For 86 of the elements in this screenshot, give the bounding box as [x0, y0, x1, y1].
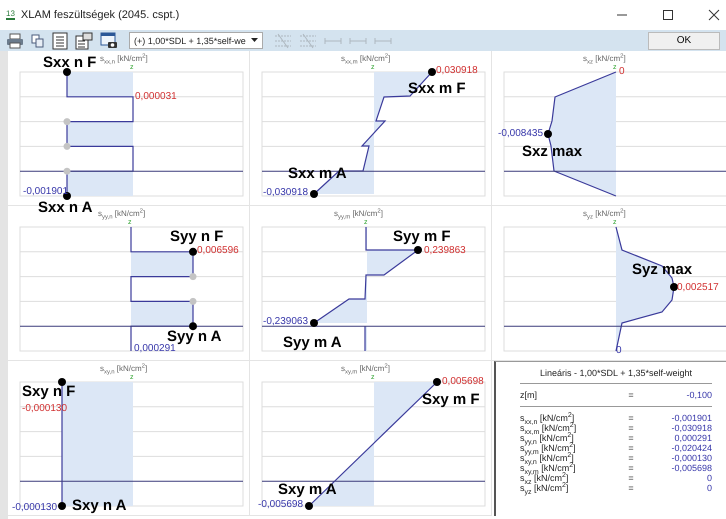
stress-heading: s$_{yy,n}$ [kN/cm$^{2}$]: [98, 209, 146, 218]
data-point: [58, 502, 66, 510]
stress-heading: s$_{xy,m}$ [kN/cm$^{2}$]: [341, 364, 390, 373]
stress-curve: [364, 326, 367, 351]
point-label: Sxx n A: [38, 199, 92, 216]
min-value-label: -0,005698: [258, 499, 304, 510]
equals-sign: =: [627, 473, 635, 483]
max-value-label: 0,002517: [677, 282, 719, 294]
data-point: [189, 322, 197, 330]
caret-icon[interactable]: [250, 38, 258, 43]
equals-sign: =: [627, 413, 635, 423]
point-label: Sxy n A: [72, 497, 126, 514]
load-combo-dropdown[interactable]: (+) 1,00*SDL + 1,35*self-we: [129, 32, 263, 49]
min-value-label: -0,008435: [498, 128, 544, 140]
data-point: [433, 378, 441, 386]
result-value: -0,100: [685, 390, 712, 400]
ok-button[interactable]: OK: [648, 32, 720, 50]
point-label: Syy n F: [170, 228, 224, 246]
app-badge: 13: [6, 10, 15, 20]
stress-heading: s$_{yz}$ [kN/cm$^{2}$]: [583, 209, 626, 218]
result-label: z[m]: [520, 390, 538, 400]
data-point: [189, 248, 197, 256]
result-value: 0: [706, 483, 712, 493]
min-value-label: -0,000130: [12, 502, 58, 514]
data-point: [64, 142, 70, 150]
stress-heading: s$_{yy,m}$ [kN/cm$^{2}$]: [334, 209, 383, 218]
data-point: [310, 319, 318, 327]
data-point: [64, 118, 70, 126]
result-value: -0,005698: [670, 463, 712, 473]
result-value: 0,000291: [673, 433, 712, 443]
result-label: s$_{yz}$ [kN/cm$^{2}$]: [520, 483, 570, 493]
result-value: -0,030918: [670, 423, 712, 433]
point-label: Syy m A: [283, 334, 342, 352]
stress-heading: s$_{xx,n}$ [kN/cm$^{2}$]: [100, 54, 148, 63]
data-point: [310, 190, 318, 198]
max-value-label: 0,000031: [135, 91, 177, 102]
data-point: [670, 283, 678, 291]
equals-sign: =: [627, 453, 635, 463]
window-title: XLAM feszültségek (2045. cspt.): [20, 9, 180, 21]
copy-icon[interactable]: [31, 34, 45, 48]
result-value: 0: [706, 473, 712, 483]
min-value-label: -0,030918: [263, 187, 308, 198]
result-label: s$_{xx,n}$ [kN/cm$^{2}$]: [520, 413, 574, 423]
data-point: [414, 246, 422, 254]
document-list-icon[interactable]: [52, 32, 68, 50]
equals-sign: =: [627, 390, 635, 400]
close-icon[interactable]: [708, 9, 720, 21]
point-label: Sxx n F: [43, 54, 96, 72]
data-point: [190, 298, 196, 305]
print-icon[interactable]: [6, 32, 24, 48]
stress-heading: s$_{xx,m}$ [kN/cm$^{2}$]: [341, 54, 390, 63]
maximize-icon[interactable]: [662, 9, 674, 21]
point-label: Sxy m F: [422, 391, 480, 408]
equals-sign: =: [627, 433, 635, 443]
stress-heading: s$_{xz}$ [kN/cm$^{2}$]: [583, 54, 626, 63]
result-value: -0,001901: [670, 413, 712, 423]
min-value-label: -0,239063: [263, 316, 308, 328]
result-value: -0,000130: [670, 453, 712, 463]
max-value-label: 0: [619, 66, 625, 78]
stress-heading: s$_{xy,n}$ [kN/cm$^{2}$]: [100, 364, 148, 373]
data-point: [428, 68, 436, 76]
point-label: Syy n A: [167, 328, 222, 345]
point-label: Sxy n F: [22, 383, 76, 400]
clipboard-icon[interactable]: [75, 32, 93, 50]
data-point: [63, 68, 71, 76]
max-value-label: 0,006596: [197, 245, 239, 256]
max-value-label: 0,239863: [424, 245, 466, 256]
point-label: Syy m F: [393, 228, 451, 246]
point-label: Sxy m A: [278, 481, 337, 498]
window-camera-icon[interactable]: [100, 32, 118, 49]
equals-sign: =: [627, 463, 635, 473]
min-value-label: 0,000291: [134, 343, 176, 354]
point-label: Sxz max: [522, 143, 582, 160]
results-title: Lineáris - 1,00*SDL + 1,35*self-weight: [538, 368, 693, 378]
data-point: [544, 130, 552, 138]
equals-sign: =: [627, 443, 635, 453]
data-point: [58, 378, 66, 386]
min-value-label: 0: [616, 345, 622, 356]
max-value-label: 0,030918: [436, 65, 478, 76]
equals-sign: =: [627, 423, 635, 433]
data-point: [190, 273, 196, 280]
data-point: [305, 502, 313, 510]
result-value: -0,020424: [670, 443, 712, 453]
data-point: [64, 168, 70, 175]
max-value-label: 0,005698: [442, 376, 484, 388]
equals-sign: =: [627, 483, 635, 493]
